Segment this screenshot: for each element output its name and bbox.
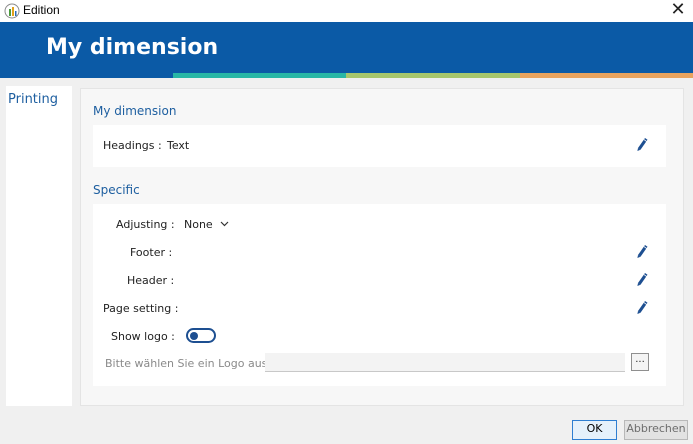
adjusting-dropdown[interactable]: None [184,218,213,231]
show-logo-label: Show logo : [111,330,175,343]
window-title: Edition [23,3,60,17]
footer-label: Footer : [130,246,173,259]
browse-button[interactable]: ... [631,353,649,371]
section-title-dimension: My dimension [93,104,177,118]
chevron-down-icon[interactable] [220,221,229,227]
pencil-icon[interactable] [635,243,649,259]
headings-label: Headings : [103,139,162,152]
accent-stripe-teal [173,73,346,78]
show-logo-toggle[interactable] [186,328,216,343]
adjusting-label: Adjusting : [116,218,175,231]
app-logo-icon [4,3,20,19]
header-label: Header : [127,274,175,287]
page-title: My dimension [46,35,219,60]
page-setting-label: Page setting : [103,302,179,315]
logo-path-input[interactable] [265,353,625,372]
toggle-knob [190,331,198,340]
headings-value: Text [167,139,190,152]
pencil-icon[interactable] [635,136,649,152]
logo-select-label: Bitte wählen Sie ein Logo aus: [105,357,272,370]
title-bar [0,0,693,22]
ok-button[interactable]: OK [572,420,617,440]
cancel-button[interactable]: Abbrechen [624,420,688,440]
accent-stripe-green [346,73,520,78]
accent-stripe-blue [0,73,173,78]
side-nav [6,86,72,406]
accent-stripe-orange [520,73,693,78]
section-title-specific: Specific [93,183,140,197]
close-icon[interactable]: ✕ [669,0,687,20]
pencil-icon[interactable] [635,299,649,315]
pencil-icon[interactable] [635,271,649,287]
sidebar-item-printing[interactable]: Printing [8,92,58,107]
